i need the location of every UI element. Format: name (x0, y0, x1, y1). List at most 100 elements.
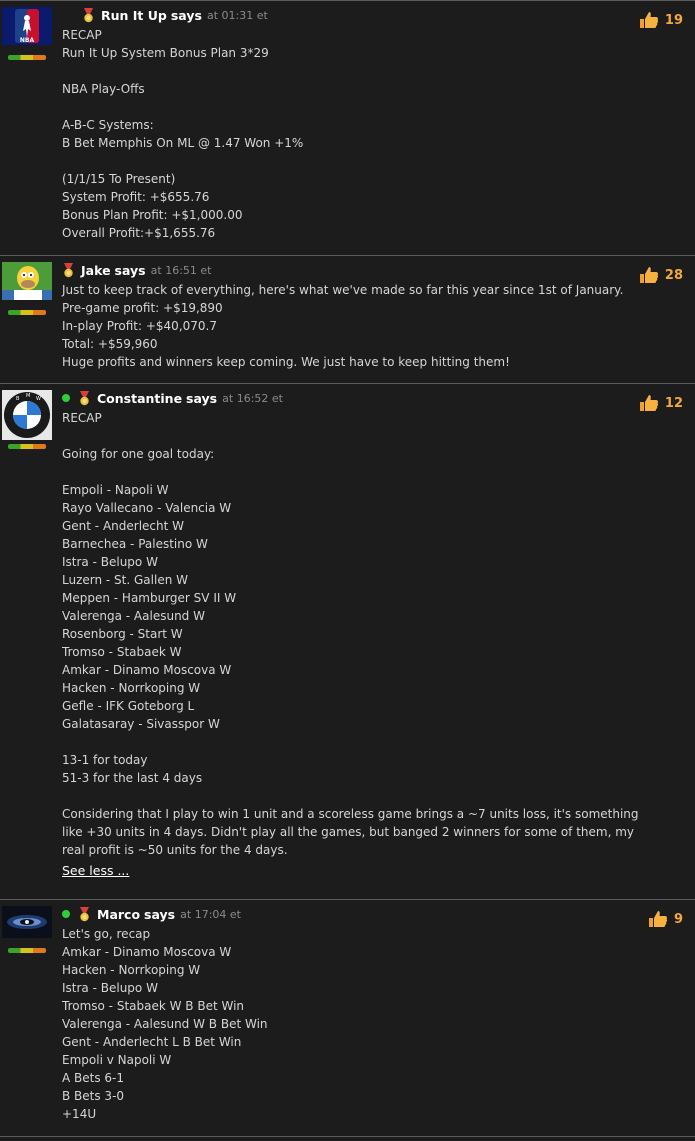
body-line: Overall Profit:+$1,655.76 (62, 226, 216, 240)
body-line: Gent - Anderlecht W (62, 519, 185, 533)
avatar-column (2, 262, 52, 315)
body-line: Amkar - Dinamo Moscova W (62, 663, 232, 677)
body-line: Amkar - Dinamo Moscova W (62, 945, 232, 959)
body-line: B Bets 3-0 (62, 1089, 125, 1103)
thumbs-up-icon (648, 910, 668, 928)
body-line: Hacken - Norrkoping W (62, 963, 201, 977)
body-line: Let's go, recap (62, 927, 151, 941)
body-line (62, 733, 625, 751)
comment-post: B M W Constantine says at 16:52 et RECAP (0, 383, 695, 899)
body-line: Luzern - St. Gallen W (62, 573, 188, 587)
body-line: Huge profits and winners keep coming. We… (62, 355, 510, 369)
comment-content: Constantine says at 16:52 et RECAP Going… (62, 387, 695, 882)
like-button[interactable]: 9 (648, 910, 683, 928)
author-name[interactable]: Constantine (97, 391, 182, 406)
body-line: Run It Up System Bonus Plan 3*29 (62, 46, 269, 60)
comment-content: Run It Up says at 01:31 et RECAP Run It … (62, 4, 695, 242)
comment-post: Jake says at 16:51 et Just to keep track… (0, 255, 695, 383)
comment-post: NBA Run It Up says at 01:31 et RECAP Run… (0, 0, 695, 255)
comment-header: Constantine says at 16:52 et (62, 387, 625, 409)
body-line: Valerenga - Aalesund W B Bet Win (62, 1017, 268, 1031)
like-button[interactable]: 28 (639, 266, 683, 284)
body-line: Tromso - Stabaek W B Bet Win (62, 999, 245, 1013)
rank-bar (8, 444, 46, 449)
body-line: RECAP (62, 411, 102, 425)
like-button[interactable]: 19 (639, 11, 683, 29)
body-line: Gefle - IFK Goteborg L (62, 699, 195, 713)
avatar-column: NBA (2, 7, 52, 60)
says-label: says (114, 262, 146, 278)
comment-post: Marco says at 17:04 et Let's go, recap A… (0, 899, 695, 1137)
thumbs-up-icon (639, 394, 659, 412)
body-line: Tromso - Stabaek W (62, 645, 182, 659)
rank-bar (8, 310, 46, 315)
body-line: Rayo Vallecano - Valencia W (62, 501, 232, 515)
author-name[interactable]: Run It Up (101, 8, 167, 23)
comment-header: Jake says at 16:51 et (62, 259, 625, 281)
svg-text:M: M (26, 393, 30, 399)
comment-body: Let's go, recap Amkar - Dinamo Moscova W… (62, 925, 625, 1123)
body-line: Just to keep track of everything, here's… (62, 283, 624, 297)
body-line (62, 463, 625, 481)
body-line: Hacken - Norrkoping W (62, 681, 201, 695)
body-line: Istra - Belupo W (62, 555, 158, 569)
comment-content: Jake says at 16:51 et Just to keep track… (62, 259, 695, 371)
body-line: Empoli - Napoli W (62, 483, 169, 497)
author-name[interactable]: Jake (81, 263, 111, 278)
timestamp: at 16:51 et (150, 263, 212, 277)
thumbs-up-icon (639, 11, 659, 29)
timestamp: at 17:04 et (180, 907, 241, 921)
like-count: 28 (664, 267, 683, 283)
like-count: 12 (664, 395, 683, 411)
body-line: Pre-game profit: +$19,890 (62, 301, 223, 315)
body-line: (1/1/15 To Present) (62, 172, 176, 186)
comment-header: Run It Up says at 01:31 et (62, 4, 625, 26)
body-line (62, 427, 625, 445)
body-line: Total: +$59,960 (62, 337, 158, 351)
body-line: B Bet Memphis On ML @ 1.47 Won +1% (62, 136, 304, 150)
body-line: RECAP (62, 28, 102, 42)
see-less-link[interactable]: See less ... (62, 863, 129, 878)
body-line: Considering that I play to win 1 unit an… (62, 807, 639, 821)
body-line: NBA Play-Offs (62, 82, 145, 96)
rank-bar (8, 55, 46, 60)
medal-icon (78, 906, 91, 922)
comment-body: RECAP Run It Up System Bonus Plan 3*29 N… (62, 26, 625, 242)
svg-text:B: B (16, 396, 20, 402)
comment-feed: NBA Run It Up says at 01:31 et RECAP Run… (0, 0, 695, 1137)
author-name[interactable]: Marco (97, 907, 140, 922)
medal-icon (82, 7, 95, 23)
nba-logo-icon[interactable]: NBA (2, 7, 52, 45)
body-line: System Profit: +$655.76 (62, 190, 210, 204)
body-line (62, 62, 625, 80)
bmw-logo-icon[interactable]: B M W (2, 390, 52, 440)
body-line: Barnechea - Palestino W (62, 537, 208, 551)
online-status-icon (62, 394, 70, 402)
body-line: Going for one goal today: (62, 447, 215, 461)
body-line: Bonus Plan Profit: +$1,000.00 (62, 208, 243, 222)
body-line: +14U (62, 1107, 97, 1121)
medal-icon (78, 390, 91, 406)
body-line: real profit is ~50 units for the 4 days. (62, 843, 288, 857)
homer-cartoon-icon[interactable] (2, 262, 52, 300)
like-count: 9 (673, 911, 683, 927)
galaxy-eye-icon[interactable] (2, 906, 52, 938)
svg-text:W: W (36, 396, 41, 402)
thumbs-up-icon (639, 266, 659, 284)
body-line: A Bets 6-1 (62, 1071, 125, 1085)
comment-body: Just to keep track of everything, here's… (62, 281, 625, 371)
body-line: like +30 units in 4 days. Didn't play al… (62, 825, 635, 839)
body-line (62, 98, 625, 116)
body-line: A-B-C Systems: (62, 118, 154, 132)
body-line: 51-3 for the last 4 days (62, 771, 203, 785)
body-line: In-play Profit: +$40,070.7 (62, 319, 217, 333)
timestamp: at 16:52 et (222, 391, 283, 405)
like-button[interactable]: 12 (639, 394, 683, 412)
body-line: Gent - Anderlecht L B Bet Win (62, 1035, 242, 1049)
body-line: Istra - Belupo W (62, 981, 158, 995)
body-line: Galatasaray - Sivasspor W (62, 717, 220, 731)
body-line: Empoli v Napoli W (62, 1053, 172, 1067)
says-label: says (186, 390, 218, 406)
body-line: Valerenga - Aalesund W (62, 609, 205, 623)
like-count: 19 (664, 12, 683, 28)
